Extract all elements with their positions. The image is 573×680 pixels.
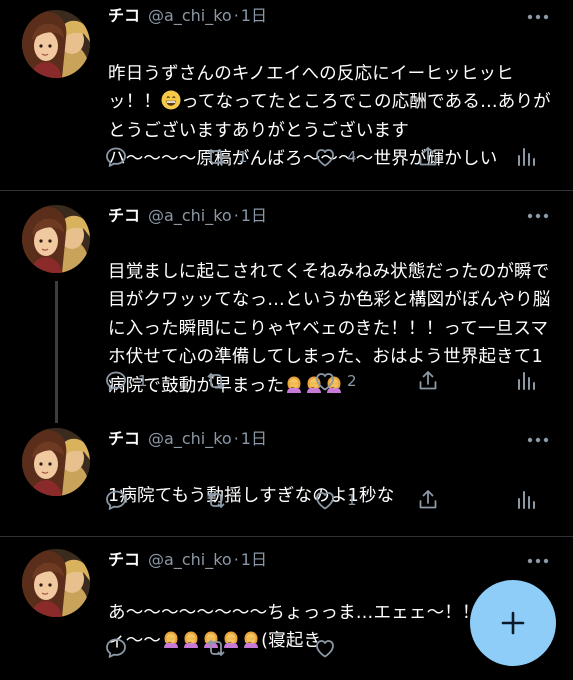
reply-button[interactable]: 1 [104, 366, 148, 396]
more-options-icon[interactable] [525, 553, 551, 569]
retweet-icon [204, 488, 228, 512]
more-options-icon[interactable] [525, 9, 551, 25]
stats-icon [514, 369, 538, 393]
like-count: 2 [347, 372, 357, 390]
like-button[interactable] [313, 633, 337, 663]
share-icon [416, 488, 440, 512]
avatar-image [22, 549, 90, 617]
tweet[interactable]: チコ @a_chi_ko · 1日 1病院てもう動揺しすぎなのよ1秒な 1 [0, 420, 573, 536]
user-handle[interactable]: @a_chi_ko [148, 6, 232, 25]
timestamp[interactable]: 1日 [241, 206, 267, 225]
avatar[interactable] [22, 428, 90, 496]
tweet-header: チコ @a_chi_ko · 1日 [108, 426, 267, 452]
retweet-icon [204, 636, 228, 660]
avatar[interactable] [22, 205, 90, 273]
user-handle[interactable]: @a_chi_ko [148, 429, 232, 448]
reply-icon [104, 488, 128, 512]
reply-icon [104, 636, 128, 660]
like-icon [313, 145, 337, 169]
display-name[interactable]: チコ [108, 429, 140, 448]
like-button[interactable]: 4 [313, 142, 357, 172]
retweet-button[interactable] [204, 633, 228, 663]
retweet-button[interactable] [204, 485, 238, 515]
reply-button[interactable] [104, 485, 138, 515]
like-button[interactable]: 2 [313, 366, 357, 396]
share-button[interactable] [416, 142, 440, 172]
like-icon [313, 488, 337, 512]
grinning-face-icon [161, 90, 181, 110]
reply-button[interactable] [104, 633, 128, 663]
timestamp[interactable]: 1日 [241, 550, 267, 569]
plus-icon [497, 607, 529, 639]
share-button[interactable] [416, 366, 440, 396]
avatar-image [22, 10, 90, 78]
tweet-header: チコ @a_chi_ko · 1日 [108, 203, 267, 229]
view-stats-button[interactable] [514, 142, 538, 172]
display-name[interactable]: チコ [108, 6, 140, 25]
reply-count: 1 [138, 372, 148, 390]
display-name[interactable]: チコ [108, 550, 140, 569]
like-count: 1 [347, 491, 357, 509]
reply-icon [104, 369, 128, 393]
retweet-icon [204, 369, 228, 393]
share-icon [416, 145, 440, 169]
more-options-icon[interactable] [525, 208, 551, 224]
view-stats-button[interactable] [514, 366, 538, 396]
tweet-actions: 1 [100, 485, 552, 515]
tweet[interactable]: チコ @a_chi_ko · 1日 目覚ましに起こされてくそねみねみ状態だったのが瞬で… [0, 191, 573, 423]
like-button[interactable]: 1 [313, 485, 357, 515]
avatar-image [22, 205, 90, 273]
stats-icon [514, 145, 538, 169]
thread-connector [55, 281, 58, 423]
like-count: 4 [347, 148, 357, 166]
share-button[interactable] [416, 485, 440, 515]
tweet-actions: 1 2 [100, 366, 552, 396]
like-icon [313, 369, 337, 393]
tweet[interactable]: チコ @a_chi_ko · 1日 昨日うずさんのキノエイへの反応にイーヒッヒッヒッ！… [0, 0, 573, 190]
user-handle[interactable]: @a_chi_ko [148, 206, 232, 225]
tweet-header: チコ @a_chi_ko · 1日 [108, 3, 267, 29]
avatar-image [22, 428, 90, 496]
view-stats-button[interactable] [514, 485, 538, 515]
timestamp[interactable]: 1日 [241, 429, 267, 448]
reply-button[interactable] [104, 142, 138, 172]
avatar[interactable] [22, 549, 90, 617]
user-handle[interactable]: @a_chi_ko [148, 550, 232, 569]
reply-icon [104, 145, 128, 169]
compose-tweet-button[interactable] [470, 580, 556, 666]
tweet-actions: 1 4 [100, 142, 552, 172]
more-options-icon[interactable] [525, 432, 551, 448]
retweet-button[interactable] [204, 366, 238, 396]
display-name[interactable]: チコ [108, 206, 140, 225]
retweet-count: 1 [238, 148, 248, 166]
header-separator: · [233, 206, 239, 225]
header-separator: · [233, 429, 239, 448]
share-icon [416, 369, 440, 393]
avatar[interactable] [22, 10, 90, 78]
timestamp[interactable]: 1日 [241, 6, 267, 25]
retweet-icon [204, 145, 228, 169]
header-separator: · [233, 550, 239, 569]
stats-icon [514, 488, 538, 512]
retweet-button[interactable]: 1 [204, 142, 248, 172]
header-separator: · [233, 6, 239, 25]
like-icon [313, 636, 337, 660]
